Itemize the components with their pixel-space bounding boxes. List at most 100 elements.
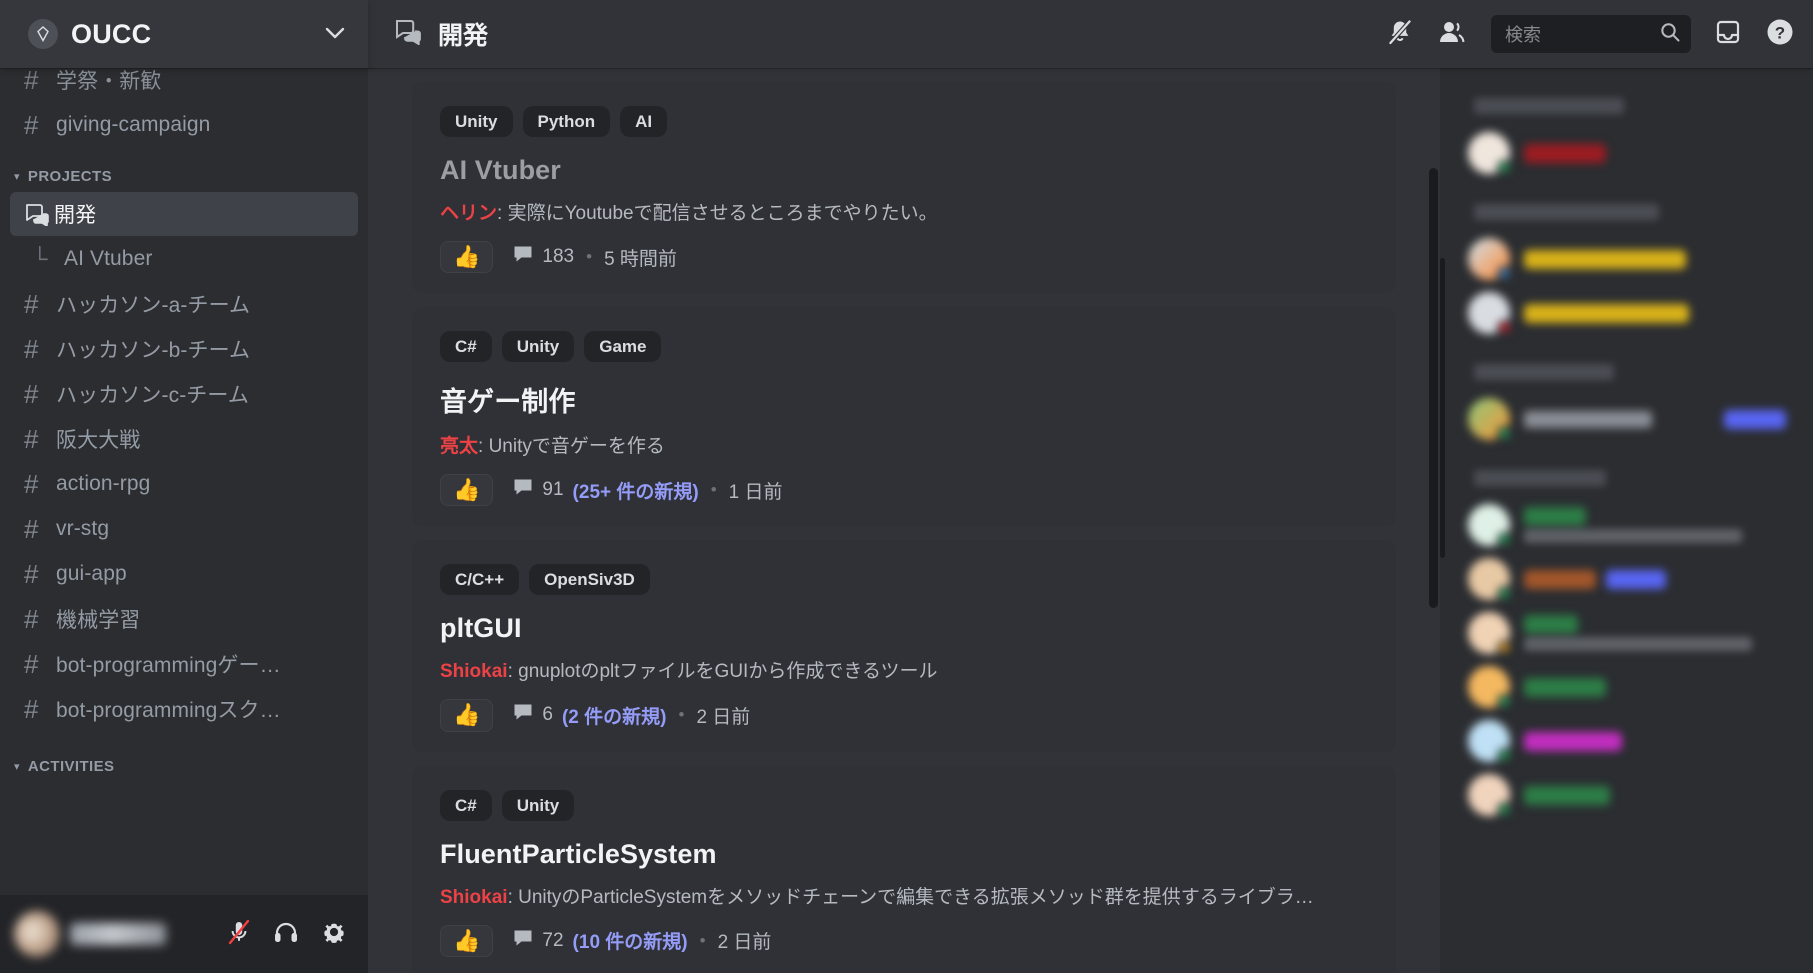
- members-icon[interactable]: [1437, 18, 1469, 51]
- channel-sidebar: OUCC # 学祭・新歓 # giving-campaign ▾ PROJECT…: [0, 0, 368, 973]
- sidebar-item-label: bot-programmingスク…: [56, 699, 281, 722]
- post-tags: C/C++ OpenSiv3D: [440, 564, 1368, 596]
- member-role-badge: [1524, 677, 1606, 697]
- post-tag[interactable]: C/C++: [440, 564, 520, 596]
- post-tag[interactable]: AI: [620, 106, 668, 137]
- gear-icon[interactable]: [320, 918, 348, 951]
- forum-post-card[interactable]: C# Unity Game 音ゲー制作 亮太: Unityで音ゲーを作る 👍 9…: [412, 307, 1396, 527]
- member-group-label: [1474, 470, 1606, 486]
- hash-icon: #: [24, 648, 39, 679]
- headphones-icon[interactable]: [272, 919, 300, 950]
- forum-post-card[interactable]: C# Unity FluentParticleSystem Shiokai: U…: [412, 765, 1396, 973]
- post-message-count: 72 (10 件の新規): [513, 927, 688, 954]
- member-row[interactable]: [1460, 286, 1795, 340]
- server-name: OUCC: [71, 18, 152, 49]
- member-role-badge: [1524, 731, 1622, 751]
- post-title: 音ゲー制作: [440, 387, 576, 418]
- sidebar-channel-hackathon-a[interactable]: # ハッカソン-a-チーム: [10, 282, 358, 326]
- sidebar-channel-label: 学祭・新歓: [56, 70, 162, 93]
- sidebar-channel-hackathon-c[interactable]: # ハッカソン-c-チーム: [10, 372, 358, 416]
- forum-post-list[interactable]: Unity Python AI AI Vtuber ヘリン: 実際にYoutub…: [368, 68, 1440, 973]
- member-row[interactable]: [1460, 498, 1795, 552]
- sidebar-item-label: vr-stg: [56, 517, 110, 540]
- avatar: [1468, 774, 1512, 817]
- sidebar-channel-gui-app[interactable]: # gui-app: [10, 552, 358, 596]
- post-author: ヘリン: [440, 203, 498, 224]
- sidebar-channel-bot-programming-game[interactable]: # bot-programmingゲー…: [10, 642, 358, 686]
- sidebar-channel-action-rpg[interactable]: # action-rpg: [10, 462, 358, 506]
- post-tag[interactable]: Game: [584, 331, 662, 363]
- sidebar-item-label: gui-app: [56, 562, 127, 585]
- chevron-down-icon[interactable]: [324, 23, 346, 46]
- meta-separator: •: [678, 705, 685, 725]
- sidebar-item-kaihatsu[interactable]: 開発: [10, 192, 358, 236]
- sidebar-channel-gakusai[interactable]: # 学祭・新歓: [10, 68, 358, 102]
- sidebar-channel-kikai-gakushu[interactable]: # 機械学習: [10, 597, 358, 641]
- reaction-thumbsup-button[interactable]: 👍: [440, 924, 494, 957]
- meta-separator: •: [586, 247, 593, 267]
- sidebar-channel-vr-stg[interactable]: # vr-stg: [10, 507, 358, 551]
- post-message-count: 6 (2 件の新規): [513, 702, 667, 729]
- channel-list-scroll[interactable]: # 学祭・新歓 # giving-campaign ▾ PROJECTS 開発 …: [0, 68, 368, 895]
- sidebar-channel-handai-taisen[interactable]: # 阪大大戦: [10, 417, 358, 461]
- member-row[interactable]: [1460, 552, 1795, 606]
- search-input[interactable]: 検索: [1491, 15, 1691, 53]
- reaction-thumbsup-button[interactable]: 👍: [440, 241, 494, 274]
- page-title: 開発: [438, 22, 489, 50]
- status-badge: [1497, 586, 1512, 601]
- member-row[interactable]: [1460, 392, 1795, 446]
- new-messages-badge: (2 件の新規): [561, 706, 667, 728]
- member-row[interactable]: [1460, 606, 1795, 660]
- reaction-thumbsup-button[interactable]: 👍: [440, 699, 494, 732]
- member-role-badge: [1724, 409, 1786, 429]
- sidebar-section-activities[interactable]: ▾ ACTIVITIES: [0, 732, 368, 781]
- post-tag[interactable]: OpenSiv3D: [529, 564, 650, 596]
- sidebar-channel-giving-campaign[interactable]: # giving-campaign: [10, 103, 358, 147]
- post-preview: Shiokai: gnuplotのpltファイルをGUIから作成できるツール: [440, 656, 1368, 683]
- post-tag[interactable]: Unity: [501, 331, 575, 363]
- sidebar-channel-hackathon-b[interactable]: # ハッカソン-b-チーム: [10, 327, 358, 371]
- meta-separator: •: [699, 930, 706, 950]
- reaction-thumbsup-button[interactable]: 👍: [440, 474, 494, 507]
- post-tag[interactable]: Python: [522, 106, 611, 137]
- sidebar-section-label: PROJECTS: [27, 168, 112, 185]
- post-tag[interactable]: C#: [440, 331, 492, 363]
- post-timestamp: 5 時間前: [604, 248, 677, 270]
- sidebar-thread-ai-vtuber[interactable]: └ AI Vtuber: [10, 237, 358, 281]
- post-tag[interactable]: C#: [440, 789, 492, 821]
- member-row[interactable]: [1460, 126, 1795, 180]
- member-list-scrollbar[interactable]: [1440, 258, 1445, 558]
- forum-post-card[interactable]: C/C++ OpenSiv3D pltGUI Shiokai: gnuplotの…: [412, 540, 1396, 752]
- member-row[interactable]: [1460, 768, 1795, 822]
- post-title: FluentParticleSystem: [440, 838, 717, 869]
- member-role-badge: [1524, 507, 1586, 526]
- bell-muted-icon[interactable]: [1385, 17, 1415, 52]
- post-meta: 👍 91 (25+ 件の新規) • 1 日前: [440, 474, 1368, 507]
- sidebar-channel-bot-programming-school[interactable]: # bot-programmingスク…: [10, 687, 358, 731]
- server-header-button[interactable]: OUCC: [0, 0, 368, 68]
- sidebar-section-projects[interactable]: ▾ PROJECTS: [0, 148, 368, 191]
- help-circle-icon[interactable]: ?: [1765, 17, 1795, 52]
- forum-post-card[interactable]: Unity Python AI AI Vtuber ヘリン: 実際にYoutub…: [412, 82, 1396, 294]
- hash-icon: #: [24, 603, 39, 634]
- inbox-icon[interactable]: [1713, 18, 1743, 51]
- hash-icon: #: [24, 558, 39, 589]
- member-row[interactable]: [1460, 714, 1795, 768]
- avatar[interactable]: [14, 911, 60, 957]
- member-row[interactable]: [1460, 660, 1795, 714]
- hash-icon: #: [24, 333, 39, 364]
- member-list[interactable]: [1440, 68, 1813, 973]
- forum-scrollbar[interactable]: [1429, 168, 1438, 608]
- member-row[interactable]: [1460, 232, 1795, 286]
- post-tags: Unity Python AI: [440, 106, 1368, 137]
- hash-icon: #: [24, 693, 39, 724]
- post-tag[interactable]: Unity: [440, 106, 513, 137]
- current-username: [70, 923, 166, 945]
- post-title: pltGUI: [440, 613, 522, 644]
- post-tag[interactable]: Unity: [501, 789, 575, 821]
- member-role-badge: [1524, 615, 1578, 634]
- post-preview: 亮太: Unityで音ゲーを作る: [440, 431, 1368, 458]
- post-meta: 👍 72 (10 件の新規) • 2 日前: [440, 924, 1368, 957]
- hash-icon: #: [24, 68, 39, 95]
- microphone-muted-icon[interactable]: [226, 918, 252, 951]
